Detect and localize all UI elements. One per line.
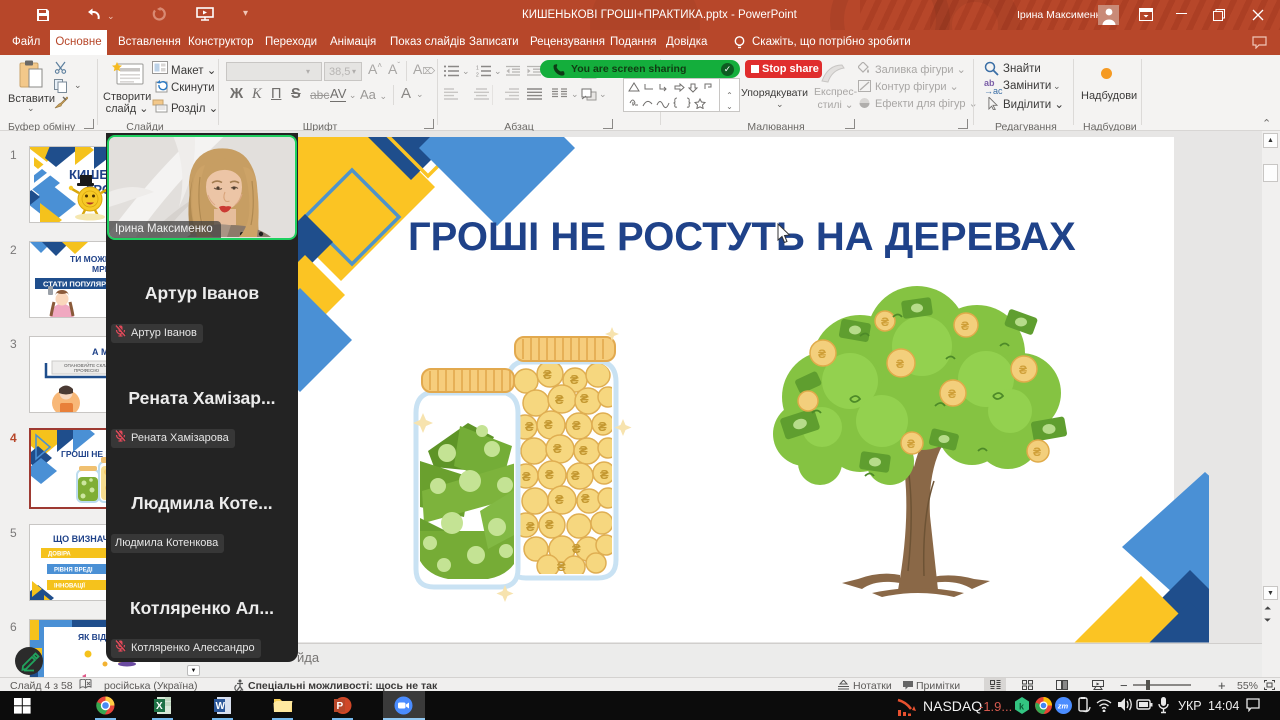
svg-text:2: 2 (476, 73, 479, 78)
svg-text:₴: ₴ (557, 559, 566, 574)
svg-text:₴: ₴ (555, 392, 564, 407)
svg-text:W: W (216, 701, 226, 712)
svg-text:₴: ₴ (1019, 363, 1027, 377)
svg-text:₴: ₴ (555, 492, 564, 507)
svg-text:₴: ₴ (881, 315, 889, 329)
svg-text:ГРОШІ НЕ РОСТУТЬ НА ДЕРЕВАХ: ГРОШІ НЕ РОСТУТЬ НА ДЕРЕВАХ (408, 215, 1076, 259)
svg-text:₴: ₴ (907, 437, 915, 451)
svg-text:₴: ₴ (896, 357, 904, 371)
svg-text:₴: ₴ (545, 517, 554, 532)
svg-text:ПРОФЕСІЮ: ПРОФЕСІЮ (74, 368, 100, 373)
svg-text:₴: ₴ (598, 419, 607, 434)
svg-text:₴: ₴ (818, 347, 826, 361)
svg-text:ІННОВАЦІЇ: ІННОВАЦІЇ (54, 583, 85, 590)
svg-text:₴: ₴ (570, 372, 579, 387)
svg-text:₴: ₴ (571, 468, 580, 483)
svg-text:P: P (337, 701, 344, 712)
svg-text:zm: zm (1057, 702, 1069, 711)
svg-text:₴: ₴ (525, 419, 534, 434)
svg-text:₴: ₴ (579, 443, 588, 458)
svg-text:₴: ₴ (545, 467, 554, 482)
svg-text:1: 1 (476, 66, 479, 72)
svg-text:₴: ₴ (543, 367, 552, 382)
svg-text:₴: ₴ (581, 491, 590, 506)
svg-text:₴: ₴ (600, 467, 609, 482)
svg-text:ДОВІРА: ДОВІРА (48, 552, 71, 558)
svg-text:₴: ₴ (526, 519, 535, 534)
svg-text:X: X (156, 701, 163, 712)
svg-text:₴: ₴ (572, 541, 581, 556)
svg-text:₴: ₴ (1033, 445, 1041, 459)
svg-text:₴: ₴ (553, 441, 562, 456)
svg-text:РІВНЯ ВРЕДІ: РІВНЯ ВРЕДІ (54, 568, 93, 574)
svg-text:₴: ₴ (572, 418, 581, 433)
svg-text:₴: ₴ (544, 417, 553, 432)
svg-text:₴: ₴ (522, 469, 531, 484)
svg-text:₴: ₴ (580, 391, 589, 406)
svg-text:₴: ₴ (948, 387, 956, 401)
svg-text:₴: ₴ (961, 319, 969, 333)
